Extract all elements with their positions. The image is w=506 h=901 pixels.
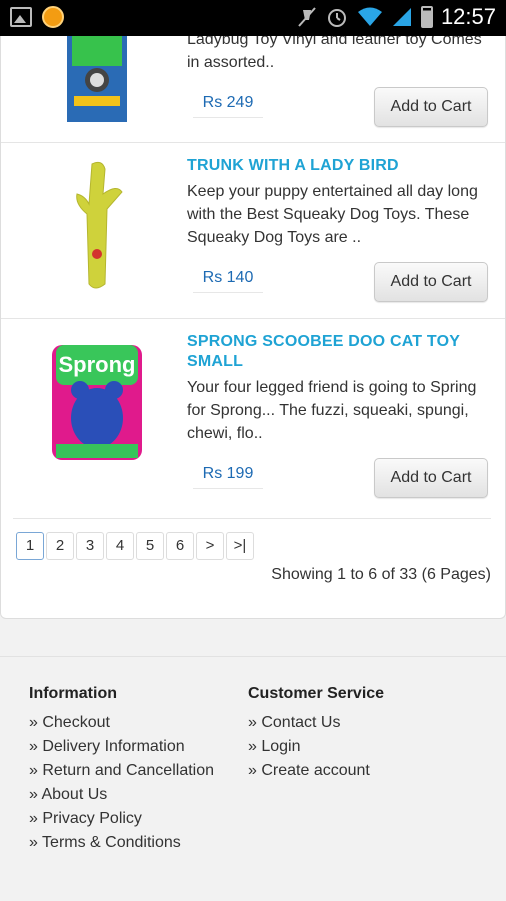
footer: Information » Checkout » Delivery Inform…	[0, 656, 506, 901]
product-image	[47, 154, 147, 304]
status-clock: 12:57	[440, 4, 496, 29]
product-image	[67, 36, 127, 122]
footer-link-create-account[interactable]: » Create account	[248, 759, 384, 783]
footer-link-delivery[interactable]: » Delivery Information	[29, 735, 214, 759]
page-link[interactable]: 3	[76, 532, 104, 560]
alarm-icon	[327, 9, 346, 27]
pagination: 1 2 3 4 5 6 > >|	[16, 532, 254, 560]
product-thumbnail[interactable]	[37, 154, 157, 304]
page-link[interactable]: 2	[46, 532, 74, 560]
product-title[interactable]: TRUNK WITH A LADY BIRD	[187, 156, 487, 176]
product-item: TRUNK WITH A LADY BIRD Keep your puppy e…	[1, 142, 505, 318]
status-bar: 12:57	[0, 0, 506, 36]
product-price: Rs 249	[193, 89, 263, 118]
footer-link-login[interactable]: » Login	[248, 735, 384, 759]
product-title[interactable]: SPRONG SCOOBEE DOO CAT TOY SMALL	[187, 332, 487, 372]
product-thumbnail[interactable]: Sprong	[37, 340, 157, 480]
product-description: Ladybug Toy Vinyl and leather toy Comes …	[187, 36, 482, 71]
footer-information-column: Information » Checkout » Delivery Inform…	[29, 685, 214, 855]
product-thumbnail[interactable]	[37, 36, 157, 126]
app-notification-icon	[42, 6, 64, 28]
page-link[interactable]: 4	[106, 532, 134, 560]
product-price: Rs 199	[193, 460, 263, 489]
wifi-icon	[357, 7, 382, 26]
next-page-link[interactable]: >	[196, 532, 224, 560]
page-link[interactable]: 5	[136, 532, 164, 560]
footer-customer-service-column: Customer Service » Contact Us » Login » …	[248, 685, 384, 783]
sprong-logo: Sprong	[59, 352, 136, 377]
footer-link-privacy[interactable]: » Privacy Policy	[29, 807, 214, 831]
product-list-panel: Ladybug Toy Vinyl and leather toy Comes …	[0, 36, 506, 619]
footer-link-about[interactable]: » About Us	[29, 783, 214, 807]
page-link-current[interactable]: 1	[16, 532, 44, 560]
product-description: Keep your puppy entertained all day long…	[187, 183, 478, 246]
add-to-cart-button[interactable]: Add to Cart	[374, 87, 488, 127]
battery-icon	[420, 6, 433, 28]
product-image: Sprong	[52, 345, 142, 460]
mute-icon	[298, 7, 316, 27]
product-description: Your four legged friend is going to Spri…	[187, 379, 477, 442]
footer-link-terms[interactable]: » Terms & Conditions	[29, 831, 214, 855]
signal-icon	[392, 8, 411, 26]
footer-heading: Customer Service	[248, 685, 385, 702]
add-to-cart-button[interactable]: Add to Cart	[374, 458, 488, 498]
page-link[interactable]: 6	[166, 532, 194, 560]
gallery-notification-icon	[10, 7, 32, 27]
footer-link-returns[interactable]: » Return and Cancellation	[29, 759, 214, 783]
footer-link-contact[interactable]: » Contact Us	[248, 711, 384, 735]
add-to-cart-button[interactable]: Add to Cart	[374, 262, 488, 302]
footer-heading: Information	[29, 685, 117, 702]
last-page-link[interactable]: >|	[226, 532, 254, 560]
footer-link-checkout[interactable]: » Checkout	[29, 711, 214, 735]
product-item: Ladybug Toy Vinyl and leather toy Comes …	[1, 36, 505, 142]
product-price: Rs 140	[193, 264, 263, 293]
product-item: Sprong SPRONG SCOOBEE DOO CAT TOY SMALL …	[1, 318, 505, 514]
divider	[13, 518, 491, 519]
pagination-summary: Showing 1 to 6 of 33 (6 Pages)	[271, 566, 491, 583]
